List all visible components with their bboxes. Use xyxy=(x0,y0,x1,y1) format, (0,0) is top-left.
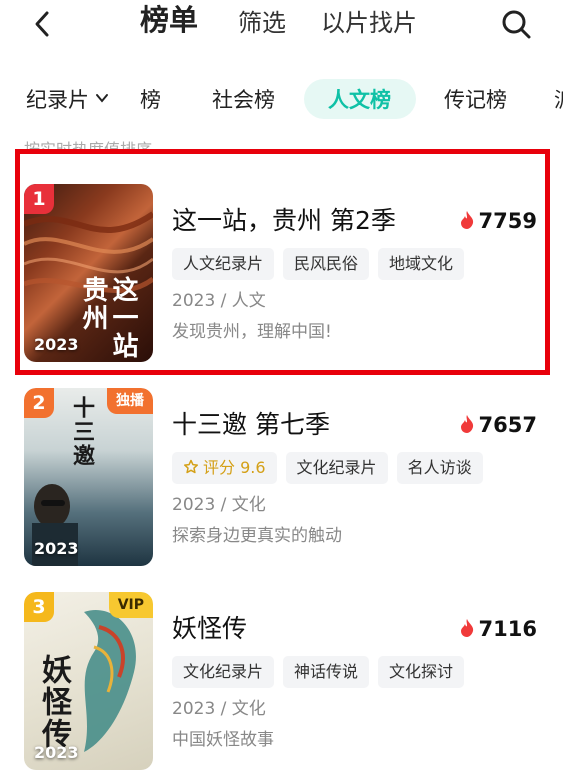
documentary-label: 纪录片 xyxy=(26,88,89,112)
tag[interactable]: 文化纪录片 xyxy=(285,452,388,484)
item-title: 妖怪传 xyxy=(172,614,248,643)
item-title: 十三邀 第七季 xyxy=(172,410,330,439)
category-social[interactable]: 社会榜 xyxy=(212,86,275,114)
item-meta: 2023 / 文化 xyxy=(172,699,266,719)
highlight-box xyxy=(15,149,550,375)
tag[interactable]: 神话传说 xyxy=(283,656,370,688)
tab-filter[interactable]: 筛选 xyxy=(238,6,286,40)
tag[interactable]: 名人访谈 xyxy=(396,452,483,484)
item-description: 探索身边更真实的触动 xyxy=(172,526,342,546)
category-bar: 纪录片 榜 社会榜 人文榜 传记榜 派 xyxy=(0,76,563,124)
list-item[interactable]: 妖怪传 3 VIP 2023 妖怪传 7116 文化纪录片 神话传说 文化探讨 20… xyxy=(0,590,563,770)
flame-icon xyxy=(460,415,473,433)
poster-title: 妖怪传 xyxy=(36,654,71,750)
documentary-dropdown[interactable]: 纪录片 xyxy=(26,86,109,114)
score-tag: 评分 9.6 xyxy=(172,452,277,484)
tag[interactable]: 文化纪录片 xyxy=(172,656,275,688)
flame-icon xyxy=(460,619,473,637)
poster-image: 十三邀 2 独播 2023 xyxy=(24,388,153,566)
vip-badge: VIP xyxy=(108,592,153,618)
tab-find-by-film[interactable]: 以片找片 xyxy=(321,6,417,40)
poster-year: 2023 xyxy=(34,743,79,762)
tag-list: 文化纪录片 神话传说 文化探讨 xyxy=(172,656,473,688)
score-label: 评分 9.6 xyxy=(203,458,266,477)
tab-ranking[interactable]: 榜单 xyxy=(140,3,198,37)
exclusive-badge: 独播 xyxy=(107,388,153,414)
list-item[interactable]: 十三邀 2 独播 2023 十三邀 第七季 7657 评分 9.6 文化纪录片 名人… xyxy=(0,386,563,566)
item-description: 中国妖怪故事 xyxy=(172,730,274,750)
rank-badge: 3 xyxy=(24,592,54,622)
category-partial-prev[interactable]: 榜 xyxy=(140,86,161,114)
poster-image: 妖怪传 3 VIP 2023 xyxy=(24,592,153,770)
poster-year: 2023 xyxy=(34,539,79,558)
star-icon xyxy=(183,459,199,474)
heat-value: 7657 xyxy=(459,410,537,440)
heat-number: 7116 xyxy=(478,617,537,641)
heat-number: 7657 xyxy=(478,413,537,437)
poster-title: 十三邀 xyxy=(69,396,94,468)
category-biography[interactable]: 传记榜 xyxy=(444,86,507,114)
tag-list: 评分 9.6 文化纪录片 名人访谈 xyxy=(172,452,492,484)
search-icon[interactable] xyxy=(500,8,532,40)
heat-value: 7116 xyxy=(459,614,537,644)
item-meta: 2023 / 文化 xyxy=(172,495,266,515)
rank-badge: 2 xyxy=(24,388,54,418)
category-partial-next[interactable]: 派 xyxy=(554,86,563,114)
top-bar: 榜单 筛选 以片找片 xyxy=(0,0,563,46)
back-chevron-icon[interactable] xyxy=(28,9,58,39)
tag[interactable]: 文化探讨 xyxy=(378,656,465,688)
chevron-down-icon xyxy=(96,94,108,103)
category-humanities[interactable]: 人文榜 xyxy=(328,86,391,114)
